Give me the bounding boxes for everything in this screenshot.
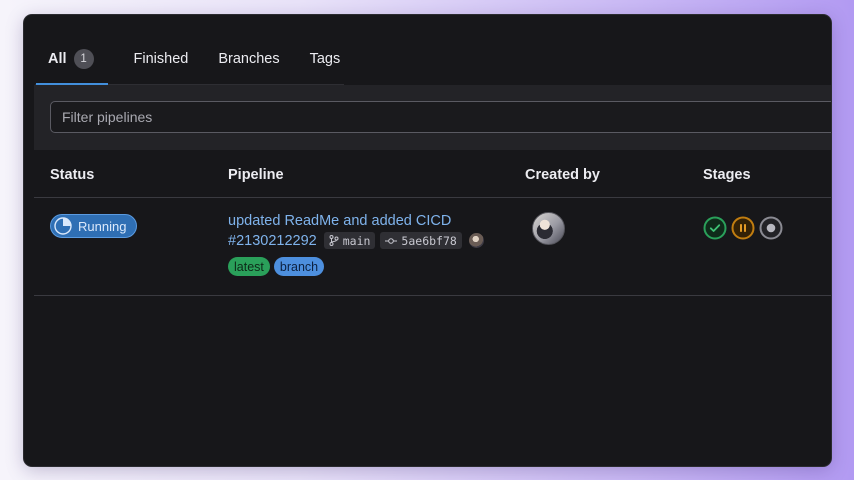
pipeline-commit-title-link[interactable]: updated ReadMe and added CICD <box>228 213 451 229</box>
column-header-created-by: Created by <box>525 167 600 183</box>
tab-all-count-badge: 1 <box>73 49 94 69</box>
commit-sha: 5ae6bf78 <box>401 233 457 248</box>
table-row: Running updated ReadMe and added CICD #2… <box>34 198 831 296</box>
tab-all-label: All <box>48 51 67 67</box>
tab-finished[interactable]: Finished <box>134 49 189 85</box>
running-spinner-icon <box>54 217 72 235</box>
tab-branches[interactable]: Branches <box>218 49 279 85</box>
label-branch: branch <box>273 257 325 276</box>
branch-ref-chip[interactable]: main <box>323 232 376 249</box>
status-badge-running[interactable]: Running <box>50 214 138 238</box>
pause-circle-icon[interactable] <box>731 216 755 240</box>
filter-bar <box>34 85 831 150</box>
column-header-stages: Stages <box>703 167 751 183</box>
label-latest: latest <box>228 257 270 276</box>
pipeline-id-link[interactable]: #2130212292 <box>228 233 317 249</box>
pipeline-tabs: All 1 Finished Branches Tags <box>35 49 344 86</box>
pending-circle-icon[interactable] <box>759 216 783 240</box>
git-branch-icon <box>329 235 339 246</box>
status-label: Running <box>78 218 127 234</box>
tab-finished-label: Finished <box>133 51 189 67</box>
pipeline-meta: #2130212292 main 5ae6bf78 <box>228 232 484 249</box>
tab-all[interactable]: All 1 <box>36 49 108 86</box>
git-commit-icon <box>385 237 398 244</box>
tab-tags[interactable]: Tags <box>310 49 341 85</box>
filter-pipelines-input[interactable] <box>50 101 831 133</box>
pipeline-labels: latest branch <box>228 257 328 276</box>
pipelines-window: All 1 Finished Branches Tags Status Pipe… <box>24 15 831 466</box>
table-header: Status Pipeline Created by Stages <box>34 150 831 198</box>
created-by-avatar[interactable] <box>532 212 565 245</box>
column-header-status: Status <box>50 167 95 183</box>
pipeline-stages <box>703 216 787 240</box>
tab-tags-label: Tags <box>309 51 341 67</box>
tab-branches-label: Branches <box>218 51 280 67</box>
check-circle-icon[interactable] <box>703 216 727 240</box>
commit-author-avatar[interactable] <box>468 233 484 248</box>
column-header-pipeline: Pipeline <box>228 167 284 183</box>
commit-sha-chip[interactable]: 5ae6bf78 <box>380 232 462 249</box>
branch-name: main <box>342 233 371 248</box>
